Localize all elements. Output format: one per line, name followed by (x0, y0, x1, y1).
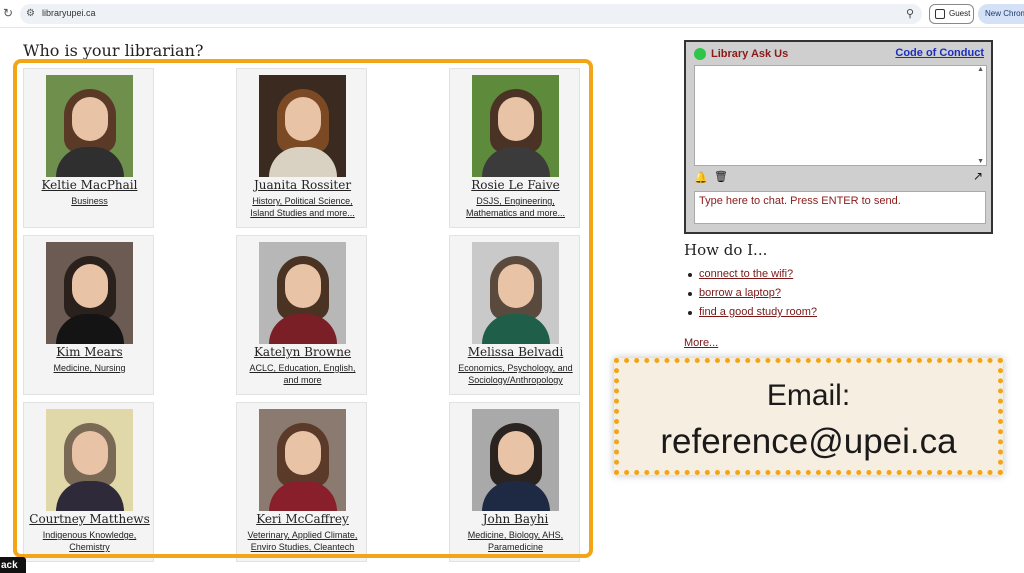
list-item: connect to the wifi? (688, 268, 817, 287)
url-text[interactable]: libraryupei.ca (42, 8, 96, 18)
bell-icon[interactable]: 🔔 (694, 171, 708, 184)
email-label: Email: (766, 379, 851, 412)
popout-icon[interactable]: ↗ (973, 169, 983, 183)
online-status-icon (694, 48, 706, 60)
list-item: borrow a laptop? (688, 287, 817, 306)
scroll-down-icon[interactable]: ▼ (977, 158, 984, 165)
browser-toolbar: ↻ ⚙ libraryupei.ca ⚲ Guest New Chrome (0, 0, 1024, 28)
wifi-link[interactable]: connect to the wifi? (699, 268, 793, 280)
code-of-conduct-link[interactable]: Code of Conduct (895, 47, 984, 59)
zoom-icon[interactable]: ⚲ (906, 7, 914, 20)
chat-widget: Library Ask Us Code of Conduct ▲ ▼ 🔔 🗑 ↗… (684, 40, 993, 234)
site-info-icon[interactable]: ⚙ (26, 8, 35, 19)
trash-icon[interactable]: 🗑 (714, 170, 728, 183)
highlight-frame (13, 59, 593, 558)
study-room-link[interactable]: find a good study room? (699, 306, 817, 318)
reload-icon[interactable]: ↻ (3, 6, 13, 20)
page-title: Who is your librarian? (23, 41, 204, 60)
chat-input[interactable]: Type here to chat. Press ENTER to send. (694, 191, 986, 224)
email-callout: Email: reference@upei.ca (614, 358, 1003, 475)
howdoi-heading: How do I... (684, 241, 768, 259)
new-chrome-button[interactable]: New Chrome (978, 4, 1024, 24)
guest-label: Guest (949, 9, 971, 18)
chat-transcript[interactable]: ▲ ▼ (694, 65, 987, 166)
email-address: reference@upei.ca (660, 422, 957, 461)
back-button[interactable]: ack (0, 557, 26, 573)
howdoi-list: connect to the wifi? borrow a laptop? fi… (688, 268, 817, 325)
more-link[interactable]: More... (684, 337, 718, 349)
guest-profile-button[interactable]: Guest (929, 4, 974, 24)
profile-icon (935, 9, 945, 19)
chat-title: Library Ask Us (711, 48, 789, 60)
laptop-link[interactable]: borrow a laptop? (699, 287, 781, 299)
scroll-up-icon[interactable]: ▲ (977, 66, 984, 73)
address-bar[interactable]: ⚙ libraryupei.ca ⚲ (20, 4, 922, 24)
list-item: find a good study room? (688, 306, 817, 325)
